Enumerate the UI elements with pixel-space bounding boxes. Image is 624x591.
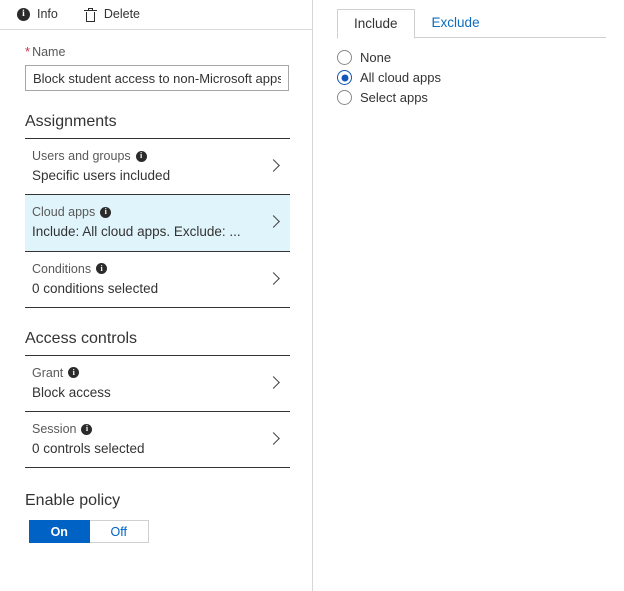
cloud-apps-panel: Include Exclude None All cloud apps Sele… xyxy=(313,0,624,591)
info-button[interactable]: i Info xyxy=(17,8,58,21)
name-field-group: * Name xyxy=(0,30,312,91)
row-subtitle: 0 conditions selected xyxy=(32,280,159,296)
enable-policy-heading: Enable policy xyxy=(25,492,121,510)
include-exclude-tabs: Include Exclude xyxy=(313,0,624,39)
row-texts: Users and groups i Specific users includ… xyxy=(32,148,170,184)
toggle-option-off[interactable]: Off xyxy=(89,520,149,544)
enable-policy-group: Enable policy On Off xyxy=(0,468,312,544)
row-title: Grant i xyxy=(32,365,111,381)
info-circle-icon[interactable]: i xyxy=(81,423,93,435)
access-controls-section: Access controls Grant i Block access Ses… xyxy=(0,308,312,469)
radio-option-none[interactable]: None xyxy=(337,50,624,65)
assignments-section: Assignments Users and groups i Specific … xyxy=(0,91,312,308)
radio-icon-selected xyxy=(337,70,352,85)
row-subtitle: Block access xyxy=(32,384,111,400)
row-grant[interactable]: Grant i Block access xyxy=(25,356,290,413)
row-cloud-apps[interactable]: Cloud apps i Include: All cloud apps. Ex… xyxy=(25,195,290,252)
toggle-option-on[interactable]: On xyxy=(29,520,90,544)
radio-label: None xyxy=(360,50,392,65)
row-title-text: Cloud apps xyxy=(32,205,96,220)
name-input[interactable] xyxy=(25,65,289,91)
row-subtitle: Specific users included xyxy=(32,168,171,183)
name-field-label: * Name xyxy=(25,44,290,59)
conditional-access-policy-screen: i Info Delete *Name Assignments Users an… xyxy=(0,0,624,591)
row-subtitle: Include: All cloud apps. Exclude: ... xyxy=(32,224,241,240)
row-texts: Cloud apps i Include: All cloud apps. Ex… xyxy=(32,204,241,240)
info-circle-icon[interactable]: i xyxy=(68,367,80,379)
required-asterisk: * xyxy=(25,44,31,59)
policy-detail-panel: i Info Delete *Name Assignments Users an… xyxy=(0,0,313,591)
chevron-right-icon xyxy=(267,376,281,390)
row-texts: Conditions i 0 conditions selected xyxy=(32,261,158,297)
tab-include[interactable]: Include xyxy=(337,9,415,39)
row-title-text: Conditions xyxy=(32,261,92,276)
row-title: Conditions i xyxy=(32,261,158,277)
info-circle-icon[interactable]: i xyxy=(96,263,108,275)
delete-button[interactable]: Delete xyxy=(83,7,140,22)
row-texts: Grant i Block access xyxy=(32,365,111,401)
name-label-text: Name xyxy=(32,45,66,59)
chevron-right-icon xyxy=(267,215,281,229)
radio-icon xyxy=(337,50,352,65)
radio-label: Select apps xyxy=(360,90,428,105)
access-controls-heading: Access controls xyxy=(25,308,290,356)
chevron-right-icon xyxy=(267,272,281,286)
cloud-apps-radio-group: None All cloud apps Select apps xyxy=(313,38,624,105)
radio-icon xyxy=(337,90,352,105)
enable-policy-toggle[interactable]: On Off xyxy=(29,520,149,544)
row-title-text: Session xyxy=(32,422,77,437)
row-session[interactable]: Session i 0 controls selected xyxy=(25,412,290,469)
command-toolbar: i Info Delete xyxy=(0,0,312,30)
info-circle-icon: i xyxy=(17,8,30,21)
row-conditions[interactable]: Conditions i 0 conditions selected xyxy=(25,252,290,308)
assignments-heading: Assignments xyxy=(25,91,290,139)
radio-option-select-apps[interactable]: Select apps xyxy=(337,90,624,105)
row-title-text: Grant xyxy=(32,365,64,380)
row-title: Session i xyxy=(32,421,145,437)
info-circle-icon[interactable]: i xyxy=(135,150,147,162)
row-title: Users and groups i xyxy=(32,148,170,164)
chevron-right-icon xyxy=(267,159,281,173)
info-button-label: Info xyxy=(37,7,58,22)
delete-button-label: Delete xyxy=(103,7,140,22)
row-subtitle: 0 controls selected xyxy=(32,441,145,457)
radio-option-all-cloud-apps[interactable]: All cloud apps xyxy=(337,70,624,85)
info-circle-icon[interactable]: i xyxy=(100,206,112,218)
chevron-right-icon xyxy=(267,432,281,446)
row-title-text: Users and groups xyxy=(32,149,131,163)
row-users-and-groups[interactable]: Users and groups i Specific users includ… xyxy=(25,139,290,196)
trash-icon xyxy=(83,7,97,22)
tab-exclude[interactable]: Exclude xyxy=(415,8,497,38)
row-title: Cloud apps i xyxy=(32,204,241,220)
row-texts: Session i 0 controls selected xyxy=(32,421,145,457)
radio-label: All cloud apps xyxy=(360,70,441,85)
